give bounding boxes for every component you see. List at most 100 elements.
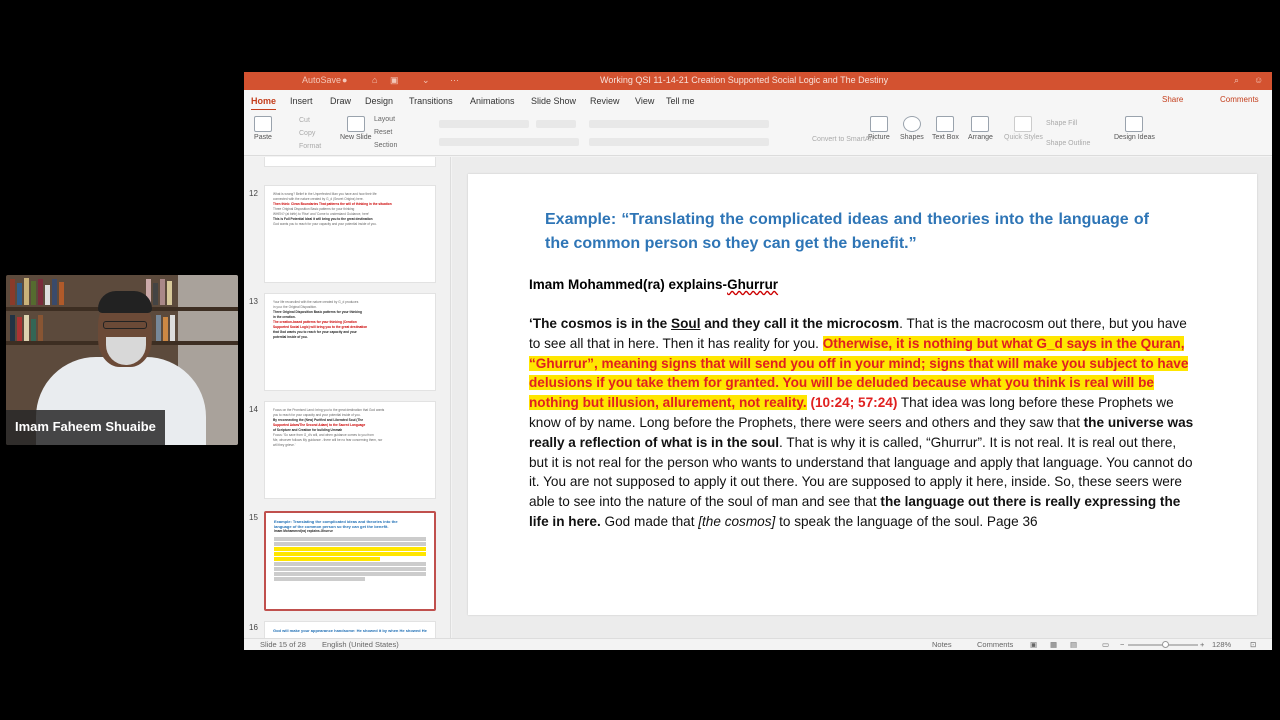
thumb-line: will they grieve.' [273, 443, 296, 447]
presenter-view-icon[interactable]: ▭ [1102, 640, 1109, 649]
slide-thumbnail-13[interactable]: Your life reconciled with the nature cre… [264, 293, 436, 391]
new-slide-button[interactable]: New Slide [340, 116, 372, 141]
book [170, 315, 175, 341]
slide-subtitle[interactable]: Imam Mohammed(ra) explains-Ghurrur [529, 277, 778, 292]
shape-outline-button[interactable]: Shape Outline [1046, 140, 1090, 147]
body-bold-2: and they call it the microcosm [700, 316, 900, 331]
picture-label: Picture [868, 134, 890, 141]
slide-count: Slide 15 of 28 [260, 640, 306, 649]
design-ideas-icon [1125, 116, 1144, 132]
slide-thumbnail-15-selected[interactable]: Example: Translating the complicated ide… [264, 511, 436, 611]
autosave-label[interactable]: AutoSave [302, 75, 341, 85]
slide-thumbnail-14[interactable]: Focus on the Promised Land: bring you to… [264, 401, 436, 499]
fit-slide-icon[interactable]: ⊡ [1250, 640, 1256, 649]
book [31, 319, 36, 341]
sorter-view-icon[interactable]: ▦ [1050, 640, 1057, 649]
body-bold-1: ‘The cosmos is in the [529, 316, 672, 331]
slide-thumbnail-11[interactable] [264, 157, 436, 167]
tab-home[interactable]: Home [251, 96, 277, 111]
book [153, 283, 158, 305]
font-name-dropdown[interactable] [439, 120, 529, 128]
current-slide[interactable]: Example: “Translating the complicated id… [468, 174, 1257, 615]
toggle-icon[interactable]: ● [342, 75, 347, 85]
tell-me-search[interactable]: Tell me [666, 96, 695, 106]
participant-name-label: Imam Faheem Shuaibe [6, 410, 165, 445]
zoom-slider-thumb[interactable] [1162, 641, 1169, 648]
powerpoint-window: AutoSave ● ⌂ ▣ ⌄ ··· Working QSI 11-14-2… [244, 72, 1272, 650]
font-format-row[interactable] [439, 138, 579, 146]
paste-label: Paste [254, 134, 272, 141]
ribbon-tabs: Home Insert Draw Design Transitions Anim… [244, 90, 1272, 111]
quick-styles-icon [1014, 116, 1033, 132]
new-slide-label: New Slide [340, 134, 372, 141]
book [167, 281, 172, 305]
thumb-highlight-block [274, 552, 426, 556]
search-icon[interactable]: ⌕ [1234, 75, 1239, 86]
text-box-button[interactable]: Text Box [932, 116, 959, 141]
undo-icon[interactable]: ⌄ [422, 75, 430, 86]
account-icon[interactable]: ☺ [1254, 75, 1263, 85]
slide-thumbnail-12[interactable]: What is wrong? Belief in the Unperfected… [264, 185, 436, 283]
body-reference: (10:24; 57:24) [806, 395, 898, 411]
comments-button[interactable]: Comments [1220, 95, 1259, 104]
zoom-out-icon[interactable]: − [1120, 640, 1124, 649]
section-button[interactable]: Section [374, 142, 397, 149]
book [17, 283, 22, 305]
quick-styles-label: Quick Styles [1004, 134, 1043, 141]
slide-thumbnail-16[interactable]: God will make your appearance handsome: … [264, 621, 436, 638]
comments-status-button[interactable]: Comments [977, 640, 1013, 649]
home-icon[interactable]: ⌂ [372, 75, 377, 85]
save-icon[interactable]: ▣ [390, 75, 399, 86]
tab-slide-show[interactable]: Slide Show [531, 96, 576, 106]
slide-thumbnail-pane[interactable]: 12 What is wrong? Belief in the Unperfec… [244, 157, 451, 638]
paragraph-row-1[interactable] [589, 120, 769, 128]
zoom-in-icon[interactable]: + [1200, 640, 1204, 649]
notes-button[interactable]: Notes [932, 640, 952, 649]
copy-button[interactable]: Copy [299, 130, 315, 137]
arrange-icon [971, 116, 990, 132]
design-ideas-label: Design Ideas [1114, 134, 1155, 141]
share-button[interactable]: Share [1162, 95, 1183, 104]
shapes-button[interactable]: Shapes [900, 116, 924, 141]
tab-draw[interactable]: Draw [330, 96, 351, 106]
tab-view[interactable]: View [635, 96, 654, 106]
thumb-text-block [274, 542, 426, 546]
thumb-text-block [274, 562, 426, 566]
book [24, 278, 29, 305]
slide-title[interactable]: Example: “Translating the complicated id… [545, 208, 1149, 256]
cut-button[interactable]: Cut [299, 117, 310, 124]
normal-view-icon[interactable]: ▣ [1030, 640, 1037, 649]
design-ideas-button[interactable]: Design Ideas [1114, 116, 1155, 141]
quick-styles-button[interactable]: Quick Styles [1004, 116, 1043, 141]
thumb-text-block [274, 537, 426, 541]
thumb-line: potential inside of you. [273, 335, 308, 339]
new-slide-icon [346, 116, 365, 132]
slide-editor[interactable]: Example: “Translating the complicated id… [452, 157, 1272, 638]
tab-design[interactable]: Design [365, 96, 393, 106]
book [38, 279, 43, 305]
format-painter-button[interactable]: Format [299, 143, 321, 150]
tab-transitions[interactable]: Transitions [409, 96, 453, 106]
zoom-level[interactable]: 128% [1212, 640, 1231, 649]
status-bar: Slide 15 of 28 English (United States) N… [244, 638, 1272, 650]
shapes-icon [902, 116, 921, 132]
tab-insert[interactable]: Insert [290, 96, 313, 106]
more-icon[interactable]: ··· [450, 75, 459, 85]
reading-view-icon[interactable]: ▤ [1070, 640, 1077, 649]
book [31, 281, 36, 305]
paragraph-row-2[interactable] [589, 138, 769, 146]
tab-animations[interactable]: Animations [470, 96, 515, 106]
tab-review[interactable]: Review [590, 96, 620, 106]
paste-button[interactable]: Paste [254, 116, 272, 141]
font-size-dropdown[interactable] [536, 120, 576, 128]
language-status[interactable]: English (United States) [322, 640, 399, 649]
shape-fill-button[interactable]: Shape Fill [1046, 120, 1077, 127]
slide-body-text[interactable]: ‘The cosmos is in the Soul and they call… [529, 314, 1197, 532]
convert-smartart-button[interactable]: Convert to SmartArt [812, 136, 874, 143]
layout-button[interactable]: Layout [374, 116, 395, 123]
text-box-label: Text Box [932, 134, 959, 141]
picture-button[interactable]: Picture [868, 116, 890, 141]
arrange-button[interactable]: Arrange [968, 116, 993, 141]
book [160, 279, 165, 305]
reset-button[interactable]: Reset [374, 129, 392, 136]
